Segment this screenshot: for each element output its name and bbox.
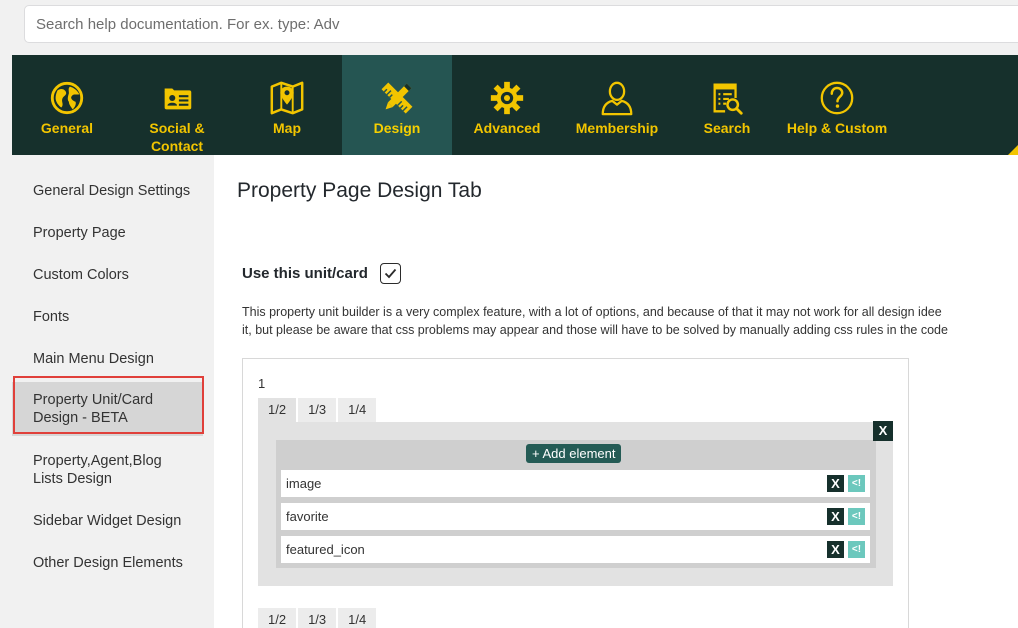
highlight-annotation <box>13 376 204 434</box>
use-unit-checkbox[interactable] <box>379 263 401 284</box>
nav-item-general[interactable]: General <box>12 55 122 155</box>
element-row[interactable]: image X <! <box>281 470 870 497</box>
description: This property unit builder is a very com… <box>242 303 1018 339</box>
element-container: + Add element image X <! favorite X <! f… <box>276 440 876 568</box>
gear-icon <box>490 81 524 115</box>
use-unit-row: Use this unit/card <box>242 263 401 284</box>
nav-label: General <box>40 120 94 136</box>
remove-column-button[interactable]: X <box>873 421 893 441</box>
column-tabs-second: 1/2 1/3 1/4 <box>258 608 378 628</box>
use-unit-label: Use this unit/card <box>242 265 368 282</box>
nav-corner-decoration <box>1008 145 1018 155</box>
column-tab-1-3[interactable]: 1/3 <box>298 398 337 422</box>
main-content: Property Page Design Tab Use this unit/c… <box>214 155 1018 628</box>
nav-item-advanced[interactable]: Advanced <box>452 55 562 155</box>
nav-label: Design <box>373 120 421 136</box>
column-tabs: 1/2 1/3 1/4 <box>258 398 378 422</box>
add-element-button[interactable]: + Add element <box>526 444 622 463</box>
unit-builder: 1 1/2 1/3 1/4 + Add element image X <! f… <box>242 358 909 628</box>
nav-label: Membership <box>575 120 659 136</box>
nav-label: Social & Contact <box>149 120 205 154</box>
sidebar-item-other-design-elements[interactable]: Other Design Elements <box>12 554 204 572</box>
search-bar <box>24 5 1018 43</box>
top-nav: General Social & Contact Map Design Adva… <box>12 55 1018 155</box>
element-name: favorite <box>286 509 329 524</box>
element-row[interactable]: featured_icon X <! <box>281 536 870 563</box>
sidebar-item-general-design-settings[interactable]: General Design Settings <box>12 182 211 200</box>
sidebar-item-custom-colors[interactable]: Custom Colors <box>12 266 150 284</box>
checkmark-icon <box>384 268 397 279</box>
column-tab-1-4[interactable]: 1/4 <box>338 398 377 422</box>
search-input[interactable] <box>24 5 1018 43</box>
row-number: 1 <box>258 376 266 391</box>
element-row[interactable]: favorite X <! <box>281 503 870 530</box>
column-tab-1-3[interactable]: 1/3 <box>298 608 337 628</box>
column-tab-1-4[interactable]: 1/4 <box>338 608 377 628</box>
help-icon <box>820 81 854 115</box>
user-icon <box>601 81 633 116</box>
globe-icon <box>50 81 84 115</box>
page-title: Property Page Design Tab <box>237 179 482 202</box>
column-tab-1-2[interactable]: 1/2 <box>258 398 297 422</box>
nav-item-search[interactable]: Search <box>672 55 782 155</box>
description-line-2: it, but please be aware that css problem… <box>242 323 948 337</box>
move-element-button[interactable]: <! <box>848 475 865 492</box>
nav-item-help-custom[interactable]: Help & Custom <box>782 55 892 155</box>
remove-element-button[interactable]: X <box>827 508 844 525</box>
nav-label: Advanced <box>473 120 541 136</box>
column-tab-1-2[interactable]: 1/2 <box>258 608 297 628</box>
column-panel: + Add element image X <! favorite X <! f… <box>258 422 893 586</box>
search-list-icon <box>713 83 743 115</box>
nav-item-social-contact[interactable]: Social & Contact <box>122 55 232 155</box>
element-name: featured_icon <box>286 542 365 557</box>
move-element-button[interactable]: <! <box>848 541 865 558</box>
remove-element-button[interactable]: X <box>827 475 844 492</box>
nav-label: Search <box>703 120 751 136</box>
move-element-button[interactable]: <! <box>848 508 865 525</box>
nav-label: Map <box>273 120 301 136</box>
sidebar-item-sidebar-widget-design[interactable]: Sidebar Widget Design <box>12 512 202 530</box>
nav-item-membership[interactable]: Membership <box>562 55 672 155</box>
element-name: image <box>286 476 322 491</box>
sidebar-item-fonts[interactable]: Fonts <box>12 308 90 326</box>
nav-item-map[interactable]: Map <box>232 55 342 155</box>
description-line-1: This property unit builder is a very com… <box>242 305 942 319</box>
contact-card-icon <box>164 88 192 110</box>
remove-element-button[interactable]: X <box>827 541 844 558</box>
nav-item-design[interactable]: Design <box>342 55 452 155</box>
pencil-ruler-icon <box>381 82 413 114</box>
sidebar-item-property-page[interactable]: Property Page <box>12 224 147 242</box>
sidebar-item-lists-design[interactable]: Property,Agent,Blog Lists Design <box>12 452 192 488</box>
map-pin-icon <box>270 81 304 115</box>
sidebar-item-main-menu-design[interactable]: Main Menu Design <box>12 350 175 368</box>
nav-label: Help & Custom <box>786 120 888 136</box>
